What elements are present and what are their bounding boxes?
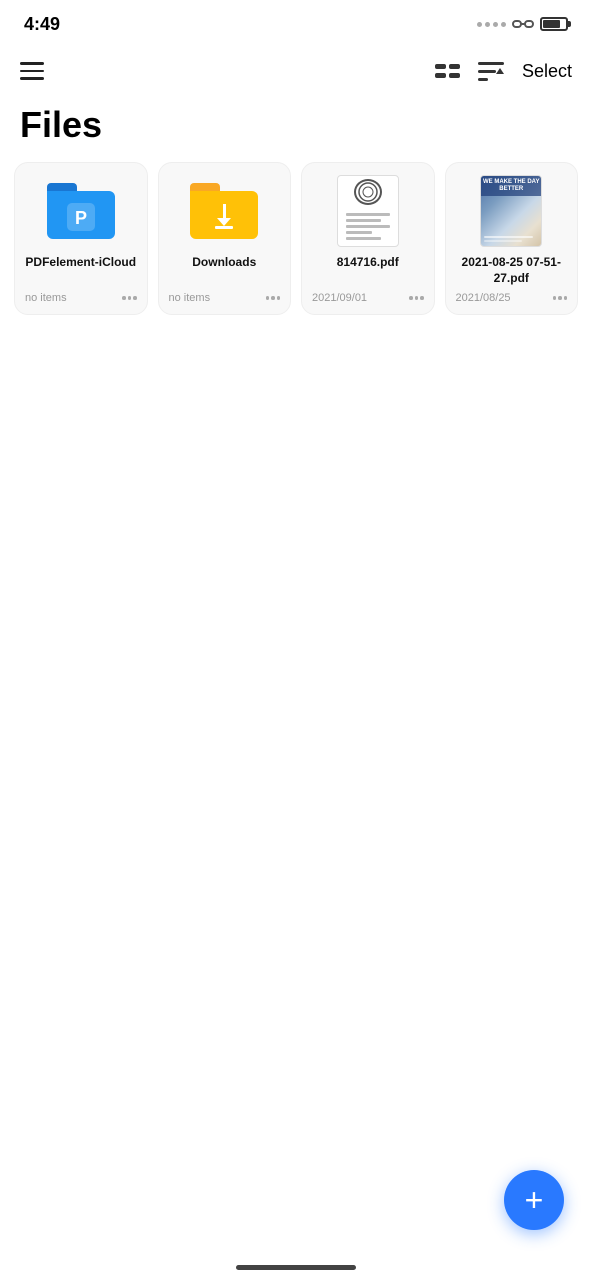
battery-icon <box>540 17 568 31</box>
pdf-content-lines <box>342 209 394 244</box>
download-arrow-icon <box>215 204 233 229</box>
status-bar: 4:49 <box>0 0 592 44</box>
yellow-folder-icon <box>190 183 258 239</box>
add-fab-button[interactable]: + <box>504 1170 564 1230</box>
more-options-button[interactable] <box>409 296 424 300</box>
top-nav: Select <box>0 44 592 98</box>
seal-graphic <box>354 179 382 205</box>
more-options-button[interactable] <box>553 296 568 300</box>
file-meta-row: no items <box>169 292 281 304</box>
select-button[interactable]: Select <box>522 61 572 82</box>
menu-button[interactable] <box>20 62 44 80</box>
photo-pdf-icon-container: WE MAKE THE DAYBETTER <box>475 175 547 247</box>
file-card-814716[interactable]: 814716.pdf 2021/09/01 <box>301 162 435 315</box>
photo-pdf-thumbnail: WE MAKE THE DAYBETTER <box>480 175 542 247</box>
file-meta-text: no items <box>25 292 67 304</box>
status-time: 4:49 <box>24 14 60 35</box>
file-card-downloads[interactable]: Downloads no items <box>158 162 292 315</box>
view-toggle-button[interactable] <box>435 64 460 78</box>
more-options-button[interactable] <box>122 296 137 300</box>
link-icon <box>512 17 534 31</box>
nav-right-actions: Select <box>435 60 572 82</box>
file-name: PDFelement-iCloud <box>25 255 136 271</box>
add-icon: + <box>525 1184 544 1216</box>
blue-folder-icon: P <box>47 183 115 239</box>
photo-banner: WE MAKE THE DAYBETTER <box>481 176 541 196</box>
file-meta-row: 2021/09/01 <box>312 292 424 304</box>
files-grid: P PDFelement-iCloud no items <box>0 162 592 315</box>
file-name: Downloads <box>192 255 256 271</box>
page-title: Files <box>0 98 592 162</box>
file-meta-text: no items <box>169 292 211 304</box>
file-meta-text: 2021/09/01 <box>312 292 367 304</box>
file-meta-text: 2021/08/25 <box>456 292 511 304</box>
more-options-button[interactable] <box>266 296 281 300</box>
file-name: 814716.pdf <box>337 255 399 271</box>
file-meta-row: 2021/08/25 <box>456 292 568 304</box>
folder-icon-container <box>188 175 260 247</box>
svg-text:P: P <box>75 208 87 228</box>
file-card-2021-photo[interactable]: WE MAKE THE DAYBETTER 2021-08-25 07-51-2… <box>445 162 579 315</box>
status-icons <box>477 17 568 31</box>
sort-button[interactable] <box>478 60 504 82</box>
folder-icon-container: P <box>45 175 117 247</box>
pdf-icon-container <box>332 175 404 247</box>
home-indicator <box>236 1265 356 1270</box>
file-card-pdelement-icloud[interactable]: P PDFelement-iCloud no items <box>14 162 148 315</box>
file-meta-row: no items <box>25 292 137 304</box>
file-name: 2021-08-25 07-51-27.pdf <box>456 255 568 286</box>
pdf-thumbnail <box>337 175 399 247</box>
signal-dots-icon <box>477 22 506 27</box>
